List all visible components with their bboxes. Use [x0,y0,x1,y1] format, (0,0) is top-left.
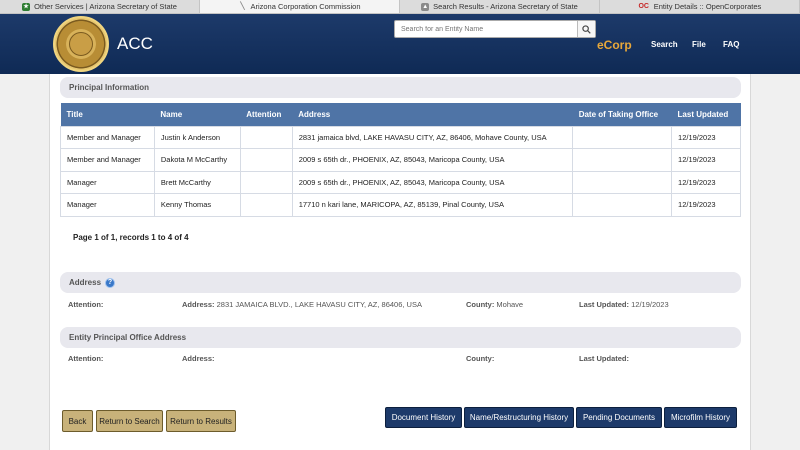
right-gutter [750,74,800,450]
section-title: Address [69,278,102,287]
column-header-last-updated[interactable]: Last Updated [671,103,741,126]
cell-address: 2831 jamaica blvd, LAKE HAVASU CITY, AZ,… [291,125,574,149]
return-to-search-button[interactable]: Return to Search [96,410,163,432]
return-to-results-button[interactable]: Return to Results [166,410,236,432]
table-row: Manager Brett McCarthy 2009 s 65th dr., … [60,170,741,194]
site-header: ACC eCorp Search File FAQ [0,14,800,74]
cell-title: Manager [60,170,155,194]
help-icon[interactable]: ? [105,277,116,288]
state-seal-logo[interactable] [53,16,109,72]
column-header-name[interactable]: Name [154,103,241,126]
browser-tab-opencorporates[interactable]: OC Entity Details :: OpenCorporates [600,0,800,13]
browser-tab-acc[interactable]: ╲ Arizona Corporation Commission [200,0,400,13]
cell-title: Member and Manager [60,148,155,172]
address-attention: Attention: [68,300,103,309]
attention-label: Attention: [68,354,104,363]
county-label: County: [466,300,495,309]
search-results-icon: ▲ [421,2,430,11]
cell-address: 17710 n kari lane, MARICOPA, AZ, 85139, … [291,193,574,217]
cell-name: Justin k Anderson [153,125,241,149]
table-row: Manager Kenny Thomas 17710 n kari lane, … [60,193,741,217]
principal-information-header: Principal Information [60,77,741,98]
left-gutter [0,74,50,450]
cell-address: 2009 s 65th dr., PHOENIX, AZ, 85043, Mar… [291,148,574,172]
column-header-address[interactable]: Address [292,103,573,126]
entity-search-box [394,20,596,38]
cell-last-updated: 12/19/2023 [671,193,741,217]
section-title: Principal Information [69,83,150,92]
last-updated-label: Last Updated: [579,300,630,309]
cell-title: Member and Manager [60,125,155,149]
search-icon [582,24,591,34]
pending-documents-button[interactable]: Pending Documents [576,407,662,428]
nav-search-link[interactable]: Search [651,40,678,49]
office-attention: Attention: [68,354,103,363]
table-header-row: Title Name Attention Address Date of Tak… [60,103,741,126]
principal-office-header: Entity Principal Office Address [60,327,741,348]
address-value: 2831 JAMAICA BLVD., LAKE HAVASU CITY, AZ… [216,300,422,309]
table-row: Member and Manager Justin k Anderson 283… [60,125,741,149]
cell-date-office [572,193,673,217]
name-restructuring-history-button[interactable]: Name/Restructuring History [464,407,574,428]
cell-last-updated: 12/19/2023 [671,125,741,149]
table-row: Member and Manager Dakota M McCarthy 200… [60,148,741,172]
column-header-title[interactable]: Title [60,103,155,126]
browser-tab-strip: ★ Other Services | Arizona Secretary of … [0,0,800,14]
address-county: County: Mohave [466,300,523,309]
site-title[interactable]: ACC [117,34,153,54]
cell-name: Kenny Thomas [153,193,241,217]
attention-label: Attention: [68,300,104,309]
cell-attention [239,125,293,149]
cell-title: Manager [60,193,155,217]
address-label: Address: [182,354,215,363]
office-county: County: [466,354,494,363]
cell-date-office [572,170,673,194]
seal-emblem [69,32,93,56]
microfilm-history-button[interactable]: Microfilm History [664,407,737,428]
cell-date-office [572,148,673,172]
county-label: County: [466,354,495,363]
pagination-summary: Page 1 of 1, records 1 to 4 of 4 [73,233,189,242]
last-updated-value: 12/19/2023 [631,300,669,309]
tab-label: Arizona Corporation Commission [250,2,361,11]
tab-label: Other Services | Arizona Secretary of St… [34,2,177,11]
address-label: Address: [182,300,215,309]
cell-last-updated: 12/19/2023 [671,170,741,194]
cell-last-updated: 12/19/2023 [671,148,741,172]
office-last-updated: Last Updated: [579,354,629,363]
search-button[interactable] [577,21,595,37]
address-section-header: Address ? [60,272,741,293]
column-header-date-taking-office[interactable]: Date of Taking Office [572,103,672,126]
acc-icon: ╲ [240,2,245,10]
section-title: Entity Principal Office Address [69,333,187,342]
address-last-updated: Last Updated: 12/19/2023 [579,300,669,309]
tab-label: Entity Details :: OpenCorporates [653,2,762,11]
county-value: Mohave [496,300,524,309]
cell-attention [239,170,293,194]
document-history-button[interactable]: Document History [385,407,462,428]
ecorp-logo[interactable]: eCorp [597,38,632,52]
last-updated-label: Last Updated: [579,354,630,363]
browser-tab-search-results[interactable]: ▲ Search Results - Arizona Secretary of … [400,0,600,13]
back-button[interactable]: Back [62,410,93,432]
browser-tab-other-services[interactable]: ★ Other Services | Arizona Secretary of … [0,0,200,13]
nav-faq-link[interactable]: FAQ [723,40,739,49]
az-flag-icon: ★ [22,2,31,11]
nav-file-link[interactable]: File [692,40,706,49]
cell-attention [239,148,293,172]
cell-address: 2009 s 65th dr., PHOENIX, AZ, 85043, Mar… [291,170,574,194]
cell-name: Brett McCarthy [153,170,241,194]
principal-table: Title Name Attention Address Date of Tak… [60,103,741,217]
opencorporates-icon: OC [638,2,649,10]
tab-label: Search Results - Arizona Secretary of St… [433,2,578,11]
column-header-attention[interactable]: Attention [240,103,293,126]
entity-search-input[interactable] [395,21,575,37]
office-address: Address: [182,354,215,363]
cell-attention [239,193,293,217]
cell-name: Dakota M McCarthy [153,148,241,172]
cell-date-office [572,125,673,149]
address-address: Address: 2831 JAMAICA BLVD., LAKE HAVASU… [182,300,422,309]
